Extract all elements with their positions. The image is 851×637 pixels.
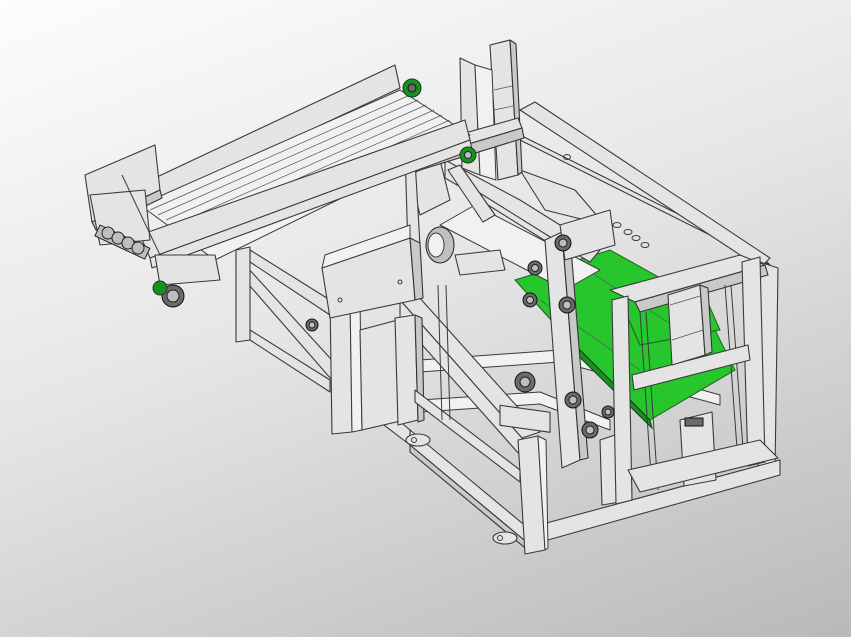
pneumatic-cylinder [667,284,713,366]
sprocket-bottom-left [152,280,185,308]
sprocket-mid-4 [558,296,576,314]
sprocket-top-left [402,78,422,98]
side-housing [321,224,455,319]
sprocket-mid-3 [522,292,538,308]
cad-viewport[interactable] [0,0,851,637]
machine-model [84,39,781,555]
sprocket-lower-1 [514,371,536,393]
sprocket-lower-2 [564,391,582,409]
sprocket-lower-3 [581,421,599,439]
sprocket-mid-1 [554,234,572,252]
sprocket-rear [459,146,477,164]
sprocket-left-frame [305,318,319,332]
sprocket-lower-4 [601,405,615,419]
sprocket-mid-2 [527,260,543,276]
